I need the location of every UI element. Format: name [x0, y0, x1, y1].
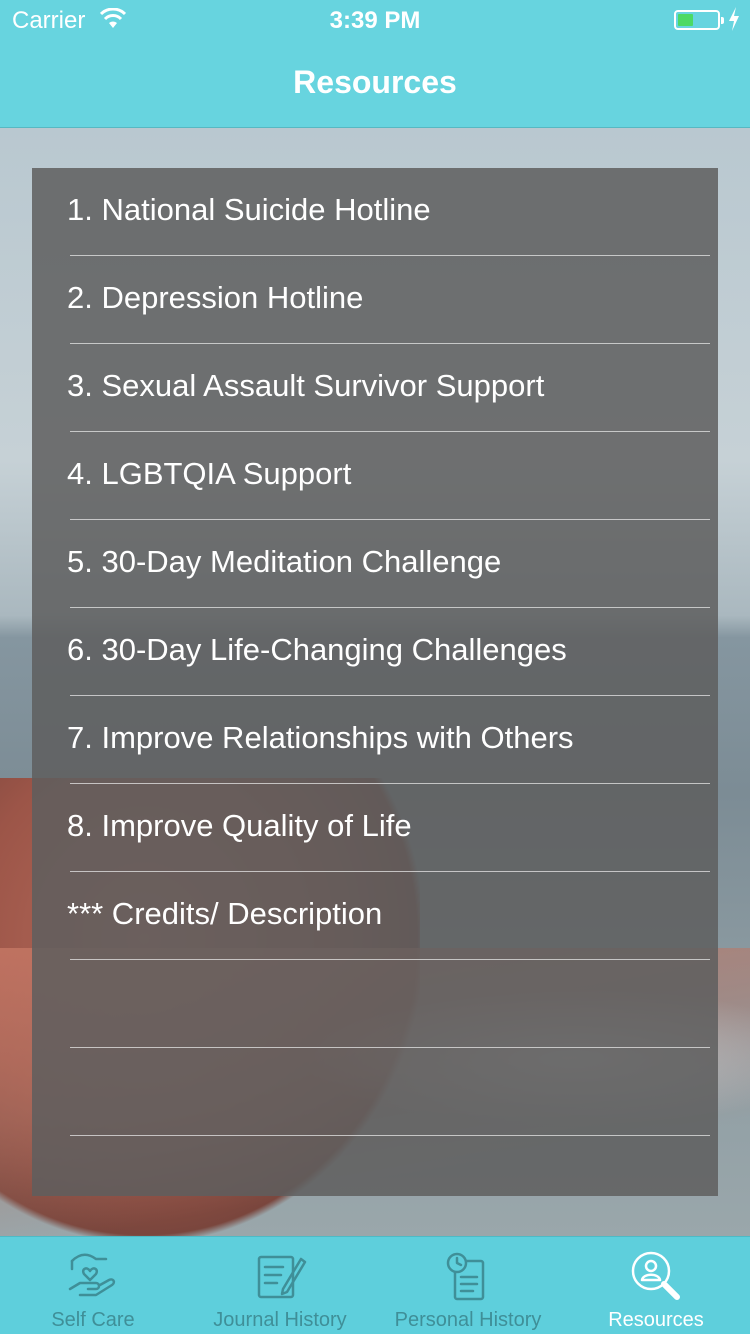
resource-row[interactable]: 6. 30-Day Life-Changing Challenges — [32, 608, 718, 696]
page-title: Resources — [293, 64, 457, 100]
battery-level — [678, 14, 693, 26]
resource-row[interactable]: *** Credits/ Description — [32, 872, 718, 960]
resource-label: 4. LGBTQIA Support — [67, 456, 352, 491]
resource-row[interactable]: 3. Sexual Assault Survivor Support — [32, 344, 718, 432]
journal-icon — [257, 1255, 307, 1299]
resource-label: 2. Depression Hotline — [67, 280, 364, 315]
resource-row[interactable] — [32, 960, 718, 1048]
charging-bolt-icon — [729, 7, 739, 31]
tab-label: Journal History — [213, 1309, 347, 1331]
resource-row[interactable]: 5. 30-Day Meditation Challenge — [32, 520, 718, 608]
resource-label: 6. 30-Day Life-Changing Challenges — [67, 632, 567, 667]
tab-resources[interactable]: Resources — [562, 1237, 750, 1334]
self-care-icon — [68, 1253, 116, 1297]
navigation-bar: Carrier 3:39 PM Resources — [0, 0, 750, 128]
resource-row[interactable]: 1. National Suicide Hotline — [32, 168, 718, 256]
tab-bar: Self Care Journal History Personal Histo… — [0, 1236, 750, 1334]
resources-list: 1. National Suicide Hotline 2. Depression… — [32, 168, 718, 1196]
tab-self-care[interactable]: Self Care — [0, 1237, 186, 1334]
status-bar: Carrier 3:39 PM — [0, 0, 750, 40]
battery-nub — [721, 17, 724, 24]
tab-personal-history[interactable]: Personal History — [374, 1237, 562, 1334]
tab-label: Resources — [608, 1309, 704, 1331]
resources-search-icon — [631, 1251, 680, 1300]
resource-label: 8. Improve Quality of Life — [67, 808, 412, 843]
resource-label: *** Credits/ Description — [67, 896, 383, 931]
status-time: 3:39 PM — [329, 7, 421, 34]
resource-label: 7. Improve Relationships with Others — [67, 720, 574, 755]
resource-row[interactable]: 7. Improve Relationships with Others — [32, 696, 718, 784]
resource-row[interactable] — [32, 1048, 718, 1136]
resource-row[interactable]: 8. Improve Quality of Life — [32, 784, 718, 872]
history-icon — [446, 1252, 485, 1301]
resource-row[interactable]: 2. Depression Hotline — [32, 256, 718, 344]
tab-label: Personal History — [394, 1309, 542, 1331]
battery-icon — [674, 10, 724, 30]
resource-label: 5. 30-Day Meditation Challenge — [67, 544, 502, 579]
tab-journal-history[interactable]: Journal History — [186, 1237, 374, 1334]
resource-label: 1. National Suicide Hotline — [67, 192, 431, 227]
resource-row[interactable]: 4. LGBTQIA Support — [32, 432, 718, 520]
tab-label: Self Care — [51, 1309, 135, 1331]
row-separator — [70, 1135, 710, 1136]
resource-label: 3. Sexual Assault Survivor Support — [67, 368, 545, 403]
